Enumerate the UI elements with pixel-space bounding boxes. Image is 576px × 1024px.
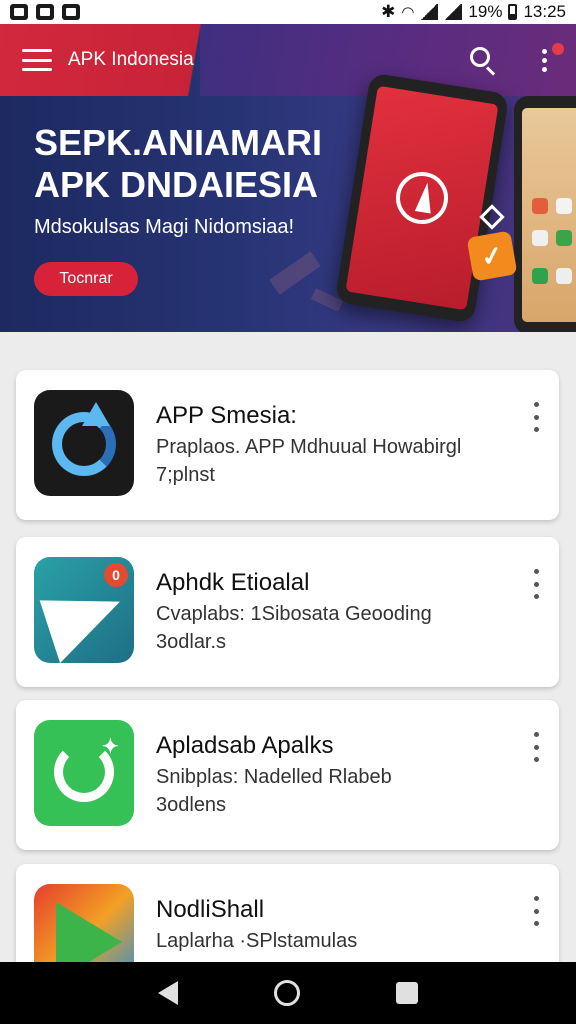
more-vert-icon[interactable] <box>534 43 564 75</box>
hero-subtitle: Mdsokulsas Magi Nidomsiaa! <box>34 216 295 238</box>
search-icon[interactable] <box>468 45 498 76</box>
app-meta: 7;plnst <box>156 464 215 486</box>
send-app-icon: 0 <box>34 557 134 663</box>
rocket-logo-icon <box>392 168 452 228</box>
message-icon <box>62 4 80 20</box>
battery-percent: 19% <box>468 2 503 21</box>
battery-icon <box>508 4 518 20</box>
app-description: Cvaplabs: 1Sibosata Geooding <box>156 603 432 625</box>
app-meta: 3odlar.s <box>156 631 227 653</box>
list-item[interactable]: 0 Aphdk Etioalal Cvaplabs: 1Sibosata Geo… <box>16 537 559 687</box>
item-more-icon[interactable] <box>529 896 543 926</box>
system-nav-bar <box>0 962 576 1024</box>
check-badge-icon: ✓ <box>466 230 518 282</box>
sync-app-icon <box>34 390 134 496</box>
app-description: Praplaos. APP Mdhuual Howabirgl <box>156 436 462 458</box>
phone-illustration-secondary <box>514 96 576 332</box>
app-description: Snibplas: Nadelled Rlabeb <box>156 766 392 788</box>
item-more-icon[interactable] <box>529 402 543 432</box>
home-icon[interactable] <box>274 980 300 1006</box>
list-item[interactable]: ✦ Apladsab Apalks Snibplas: Nadelled Rla… <box>16 700 559 850</box>
app-name: Apladsab Apalks <box>156 732 334 759</box>
app-name: Aphdk Etioalal <box>156 569 310 596</box>
notification-dot <box>552 43 564 55</box>
signal-icon <box>420 4 439 20</box>
wifi-icon: ◠ <box>401 4 415 21</box>
chat-app-icon: ✦ <box>34 720 134 826</box>
recents-icon[interactable] <box>396 982 418 1004</box>
list-item[interactable]: APP Smesia: Praplaos. APP Mdhuual Howabi… <box>16 370 559 520</box>
hero-banner: APK Indonesia SEPK.ANIAMARI APK DNDAIESI… <box>0 24 576 332</box>
phone-illustration <box>334 72 510 324</box>
hero-title: SEPK.ANIAMARI APK DNDAIESIA <box>34 122 323 205</box>
app-meta: 3odlens <box>156 794 227 816</box>
status-bar: ✱ ◠ 19% 13:25 <box>0 0 576 24</box>
hero-cta-button[interactable]: Tocnrar <box>34 262 138 296</box>
item-more-icon[interactable] <box>529 569 543 599</box>
clock: 13:25 <box>523 2 566 21</box>
gallery-icon <box>36 4 54 20</box>
app-description: Laplarha ·SPlstamulas <box>156 930 358 952</box>
image-icon <box>10 4 28 20</box>
back-icon[interactable] <box>158 981 178 1005</box>
app-name: APP Smesia: <box>156 402 297 429</box>
menu-icon[interactable] <box>22 49 52 71</box>
app-title: APK Indonesia <box>68 49 194 70</box>
signal-icon <box>444 4 463 20</box>
item-more-icon[interactable] <box>529 732 543 762</box>
bluetooth-icon: ✱ <box>381 2 396 21</box>
app-name: NodliShall <box>156 896 265 923</box>
app-badge: 0 <box>104 563 128 587</box>
app-bar: APK Indonesia <box>0 24 576 96</box>
